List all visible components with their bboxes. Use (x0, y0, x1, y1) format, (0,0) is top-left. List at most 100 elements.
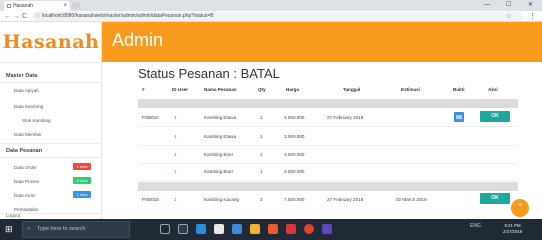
order-date: 27 February 2018 (327, 197, 364, 202)
column-header: Aksi (488, 87, 498, 92)
ok-button[interactable]: OK (480, 111, 510, 122)
item-name: Kambing Boer (204, 152, 234, 157)
price: 3.000.000 (284, 152, 305, 157)
group-separator (138, 182, 518, 191)
clock-date: 2/27/2018 (503, 229, 523, 234)
windows-start-icon[interactable]: ⊞ (5, 225, 14, 234)
tab-title: Hasanah (13, 3, 34, 9)
browser-menu-icon[interactable]: ⋮ (529, 12, 536, 21)
column-header: Harga (286, 87, 300, 92)
sidebar-item-data-kambing[interactable]: Data Kambing (14, 104, 43, 109)
url-input[interactable]: ⓘ localhost:8080/hasanahweb/master/admin… (32, 12, 522, 21)
table-row: 1 Kambing Boer 1 3.000.000 (138, 163, 518, 181)
column-header: # (142, 87, 145, 92)
app-icon[interactable] (322, 224, 332, 234)
edge-icon[interactable] (196, 224, 206, 234)
sidebar-item-data-apiyah[interactable]: Data Apiyah (14, 88, 39, 93)
tab-close-icon[interactable]: × (63, 1, 67, 11)
file-explorer-icon[interactable] (250, 224, 260, 234)
proses-count-badge: 0 new (73, 177, 91, 184)
close-window-icon[interactable]: ✕ (528, 0, 533, 10)
user-id-link[interactable]: 1 (174, 134, 177, 139)
sidebar: Hasanah Master Data Data Apiyah Data Kam… (0, 22, 102, 219)
tray-language[interactable]: ENG (470, 223, 481, 229)
page-title: Status Pesanan : BATAL (138, 66, 280, 81)
column-header: ID User (172, 87, 189, 92)
column-header: Tanggal (343, 87, 361, 92)
page-icon (7, 4, 11, 8)
cortana-icon[interactable] (160, 224, 170, 234)
price: 3.000.000 (284, 134, 305, 139)
browser-tab-bar: Hasanah × — ☐ ✕ (0, 0, 542, 11)
maximize-icon[interactable]: ☐ (506, 0, 511, 10)
minimize-icon[interactable]: — (484, 0, 490, 10)
main-content: Status Pesanan : BATAL # ID User Nama Pe… (102, 62, 542, 219)
store-icon[interactable] (214, 224, 224, 234)
estimate-date: 02 March 2018 (396, 197, 427, 202)
sidebar-item-data-order[interactable]: Data Order (14, 165, 37, 170)
chrome-icon[interactable] (304, 224, 314, 234)
sidebar-item-stok-kambing[interactable]: Stok Kambing (22, 118, 51, 123)
app-icon[interactable] (232, 224, 242, 234)
user-id-link[interactable]: 1 (174, 115, 177, 120)
column-header: Qty (258, 87, 266, 92)
browser-tab[interactable]: Hasanah × (4, 1, 70, 11)
qty: 1 (260, 134, 263, 139)
sidebar-item-data-kirim[interactable]: Data Kirim (14, 193, 35, 198)
sidebar-item-data-member[interactable]: Data Member (14, 132, 42, 137)
order-id: PSB010 (142, 115, 159, 120)
scroll-to-top-button[interactable]: ⌃ (511, 199, 529, 217)
divider (0, 143, 101, 144)
order-id: PSB015 (142, 197, 159, 202)
bookmark-star-icon[interactable]: ☆ (506, 12, 512, 21)
taskbar-search-input[interactable]: ○ Type here to search (22, 221, 130, 238)
payment-proof-image-icon[interactable] (454, 112, 464, 122)
search-placeholder: Type here to search (37, 226, 86, 232)
search-icon: ○ (27, 226, 31, 232)
url-text: localhost:8080/hasanahweb/master/admin/a… (42, 13, 214, 19)
user-id-link[interactable]: 1 (174, 169, 177, 174)
order-count-badge: 1 new (73, 163, 91, 170)
column-header: Nama Pesanan (204, 87, 237, 92)
group-separator (138, 99, 518, 108)
sidebar-item-data-proses[interactable]: Data Proses (14, 179, 39, 184)
user-id-link[interactable]: 1 (174, 152, 177, 157)
user-id-link[interactable]: 1 (174, 197, 177, 202)
logo: Hasanah (2, 31, 100, 53)
sidebar-section-master: Master Data (6, 73, 38, 79)
address-bar: ← → C ⓘ localhost:8080/hasanahweb/master… (0, 11, 542, 22)
sidebar-item-logout[interactable]: Logout (6, 213, 20, 218)
item-name: Kambing Kacang (204, 197, 239, 202)
table-header: # ID User Nama Pesanan Qty Harga Tanggal… (138, 87, 518, 97)
ok-button[interactable]: OK (480, 193, 510, 204)
column-header: Bukti (453, 87, 465, 92)
divider (0, 62, 101, 63)
top-header: Admin (102, 22, 542, 62)
info-icon[interactable]: ⓘ (35, 12, 40, 21)
header-title: Admin (112, 30, 164, 50)
taskbar-clock[interactable]: 9:21 PM 2/27/2018 (503, 223, 522, 235)
divider (0, 157, 101, 158)
windows-taskbar: ⊞ ○ Type here to search ENG 9:21 PM 2/27… (0, 219, 542, 240)
sidebar-item-pembatalan[interactable]: Pembatalan (14, 207, 39, 212)
divider (0, 82, 101, 83)
price: 3.000.000 (284, 115, 305, 120)
qty: 1 (260, 169, 263, 174)
app-icon[interactable] (268, 224, 278, 234)
table-row: PSB015 1 Kambing Kacang 3 7.500.000 27 F… (138, 191, 518, 209)
back-icon[interactable]: ← (4, 12, 11, 21)
forward-icon[interactable]: → (13, 12, 20, 21)
task-view-icon[interactable] (178, 224, 188, 234)
reload-icon[interactable]: C (22, 12, 27, 21)
qty: 1 (260, 152, 263, 157)
item-name: Kambing Etawa (204, 115, 237, 120)
app-icon[interactable] (286, 224, 296, 234)
price: 7.500.000 (284, 197, 305, 202)
column-header: Estimasi (401, 87, 420, 92)
item-name: Kambing Boer (204, 169, 234, 174)
qty: 3 (260, 197, 263, 202)
table-row: 1 Kambing Boer 1 3.000.000 (138, 146, 518, 164)
table-row: 1 Kambing Etawa 1 3.000.000 (138, 128, 518, 146)
item-name: Kambing Etawa (204, 134, 237, 139)
new-tab-button[interactable] (71, 2, 81, 9)
